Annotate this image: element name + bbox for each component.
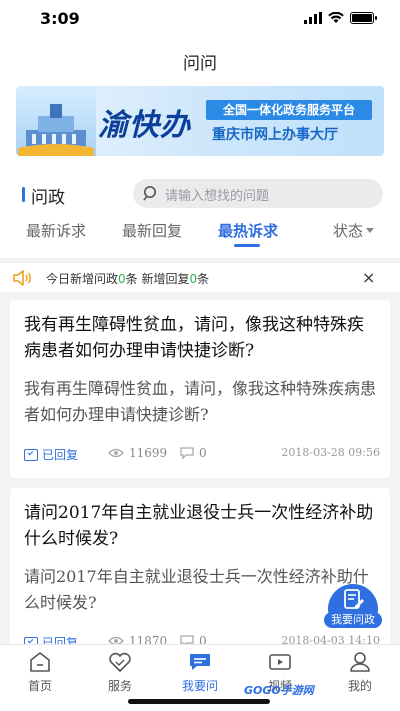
question-date: 2018-03-28 09:56: [281, 446, 380, 459]
ask-question-button[interactable]: 我要问政: [324, 584, 382, 630]
speaker-icon: [13, 270, 31, 286]
notice-text: 今日新增问政0条 新增回复0条: [46, 270, 209, 287]
search-placeholder: 请输入想找的问题: [165, 189, 270, 204]
status-time: 3:09: [40, 9, 80, 28]
user-icon: [350, 652, 370, 672]
home-icon: [30, 652, 50, 672]
nav-bar: 问问: [0, 38, 400, 82]
replied-icon: [24, 448, 38, 461]
wifi-icon: [328, 12, 344, 23]
signal-icon: [304, 12, 322, 24]
tab-latest-requests[interactable]: 最新诉求: [26, 220, 86, 241]
status-icons: [304, 12, 377, 24]
question-title: 我有再生障碍性贫血，请问，像我这种特殊疾病患者如何办理申请快捷诊断?: [24, 315, 364, 361]
section-marker: [22, 187, 25, 202]
tabbar-label: 我要问: [181, 679, 218, 693]
page-title: 问问: [183, 54, 217, 74]
active-tab-indicator: [234, 244, 260, 247]
status-bar: 3:09: [0, 0, 400, 38]
comment-count: 0: [180, 446, 207, 460]
banner-brand: 渝快办: [98, 108, 191, 143]
home-indicator: [128, 699, 270, 704]
notice-prefix: 今日新增问政: [46, 272, 119, 286]
status-filter-label: 状态: [333, 222, 364, 240]
reply-status-label: 已回复: [42, 448, 79, 462]
search-icon: [143, 186, 156, 201]
tabbar-label: 服务: [107, 679, 132, 693]
tabbar-item-me[interactable]: 我的: [330, 651, 390, 694]
question-card[interactable]: 我有再生障碍性贫血，请问，像我这种特殊疾病患者如何办理申请快捷诊断? 我有再生障…: [10, 300, 390, 478]
banner-subtitle: 全国一体化政务服务平台: [206, 100, 372, 120]
video-icon: [269, 654, 291, 670]
tabbar-item-home[interactable]: 首页: [10, 651, 70, 694]
notice-suffix: 条: [197, 272, 210, 286]
tab-hottest-requests[interactable]: 最热诉求: [218, 220, 278, 241]
close-icon[interactable]: ×: [362, 268, 375, 287]
building-logo-icon: [16, 86, 96, 156]
eye-icon: [108, 448, 124, 458]
question-title: 请问2017年自主就业退役士兵一次性经济补助什么时候发?: [24, 503, 374, 549]
tabbar-label: 首页: [27, 679, 52, 693]
banner-caption: 重庆市网上办事大厅: [212, 127, 338, 143]
site-watermark: GOGO手游网: [244, 684, 314, 697]
new-replies-count: 0: [189, 272, 198, 286]
comment-icon: [180, 447, 194, 459]
fab-label: 我要问政: [324, 612, 382, 628]
section-title: 问政: [31, 188, 65, 208]
tabbar-item-ask[interactable]: 我要问: [170, 651, 230, 694]
tabbar-label: 我的: [347, 679, 372, 693]
comment-count-value: 0: [199, 446, 207, 460]
banner[interactable]: 渝快办 全国一体化政务服务平台 重庆市网上办事大厅: [16, 86, 384, 156]
view-count: 11699: [108, 446, 167, 460]
heart-icon: [109, 652, 131, 672]
reply-status: 已回复: [24, 446, 78, 463]
banner-area: 渝快办 全国一体化政务服务平台 重庆市网上办事大厅: [0, 82, 400, 174]
tabbar-item-services[interactable]: 服务: [90, 651, 150, 694]
notice-bar: 今日新增问政0条 新增回复0条 ×: [0, 262, 400, 292]
caret-down-icon: [366, 228, 375, 233]
search-input[interactable]: 请输入想找的问题: [133, 179, 383, 208]
status-filter-dropdown[interactable]: 状态: [333, 220, 375, 241]
notice-mid: 条 新增回复: [125, 272, 190, 286]
chat-icon: [190, 654, 210, 670]
new-questions-count: 0: [118, 272, 126, 286]
tab-latest-replies[interactable]: 最新回复: [122, 220, 182, 241]
battery-icon: [350, 12, 377, 24]
card-meta: 已回复 11699 0 2018-03-28 09:56: [24, 446, 380, 464]
question-body: 我有再生障碍性贫血，请问，像我这种特殊疾病患者如何办理申请快捷诊断?: [24, 379, 377, 424]
view-count-value: 11699: [129, 446, 168, 460]
